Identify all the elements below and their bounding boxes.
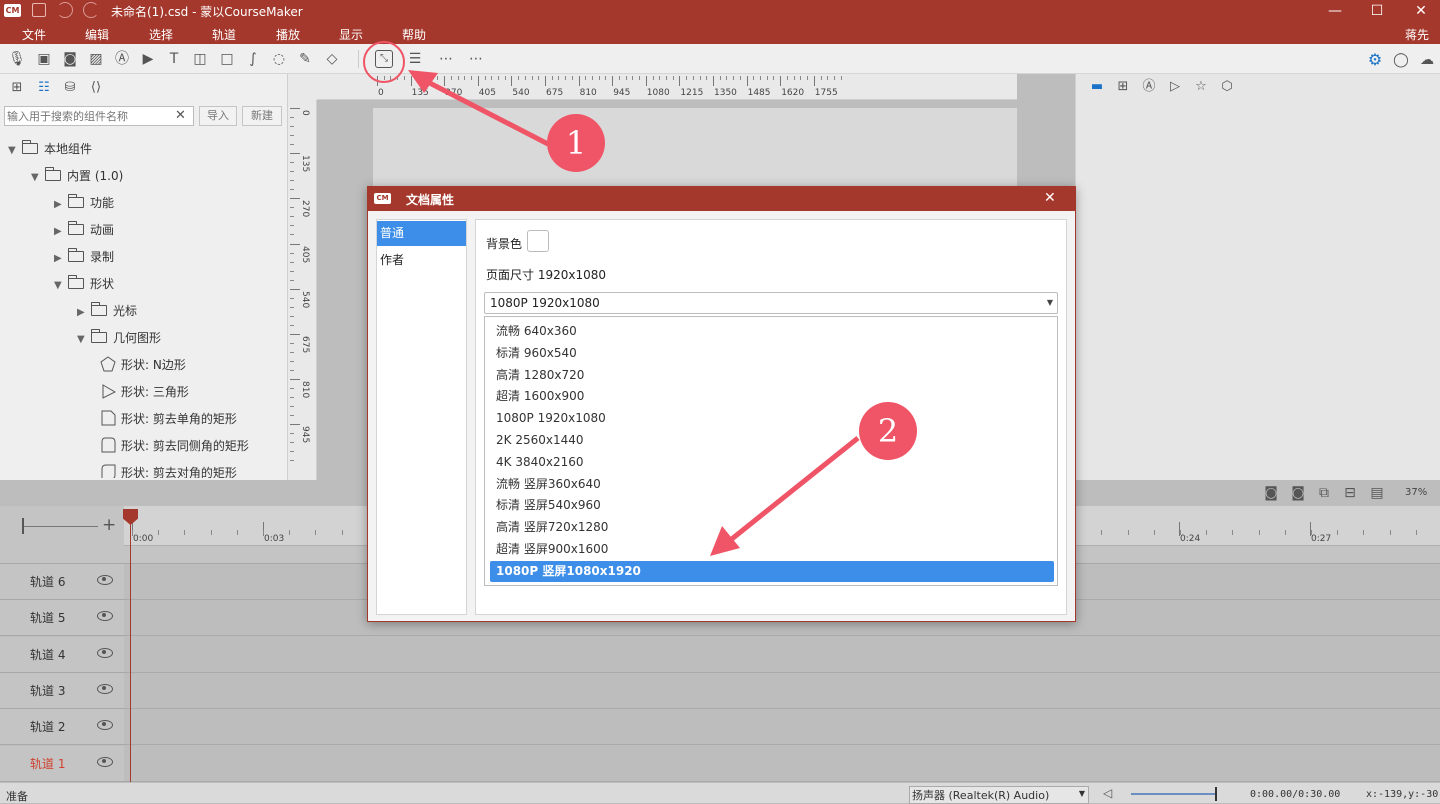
- highlight-circle-1: [363, 41, 405, 83]
- arrow-1-head: [408, 70, 438, 93]
- arrow-1-line: [418, 75, 550, 147]
- callout-2: 2: [859, 402, 917, 460]
- callout-1: 1: [547, 114, 605, 172]
- arrow-2-head: [710, 526, 740, 556]
- annotation-arrows: [363, 41, 860, 556]
- arrow-2-line: [726, 436, 860, 544]
